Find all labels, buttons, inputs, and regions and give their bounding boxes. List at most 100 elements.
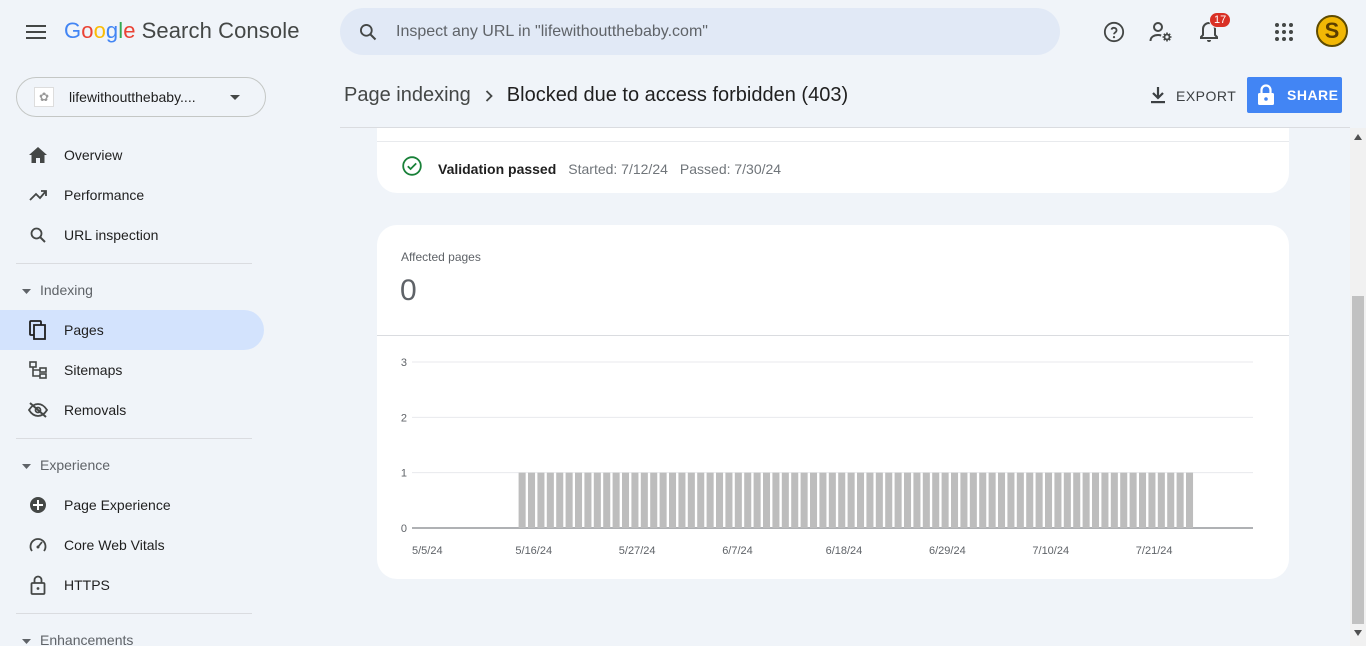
chart-bar[interactable] bbox=[1045, 472, 1053, 528]
chart-bar[interactable] bbox=[1082, 472, 1090, 528]
chart-bar[interactable] bbox=[687, 472, 695, 528]
notifications-button[interactable]: 17 bbox=[1191, 12, 1232, 50]
chart-bar[interactable] bbox=[941, 472, 949, 528]
chart-bar[interactable] bbox=[650, 472, 658, 528]
chart-bar[interactable] bbox=[819, 472, 827, 528]
scroll-up-arrow-icon[interactable] bbox=[1354, 134, 1362, 140]
chart-bar[interactable] bbox=[528, 472, 536, 528]
sidebar-item-core-web-vitals[interactable]: Core Web Vitals bbox=[0, 525, 264, 565]
share-button[interactable]: SHARE bbox=[1247, 77, 1342, 113]
chart-bar[interactable] bbox=[631, 472, 639, 528]
breadcrumb-parent-link[interactable]: Page indexing bbox=[344, 84, 471, 107]
sidebar-item-overview[interactable]: Overview bbox=[0, 135, 264, 175]
chart-bar[interactable] bbox=[575, 472, 583, 528]
chart-bar[interactable] bbox=[706, 472, 714, 528]
page-scrollbar[interactable] bbox=[1350, 128, 1366, 646]
chart-bar[interactable] bbox=[875, 472, 883, 528]
chart-bar[interactable] bbox=[669, 472, 677, 528]
chart-bar[interactable] bbox=[866, 472, 874, 528]
property-selector[interactable]: ✿ lifewithoutthebaby.... bbox=[16, 77, 266, 117]
chart-bar[interactable] bbox=[556, 472, 564, 528]
sidebar-item-pages[interactable]: Pages bbox=[0, 310, 264, 350]
export-button[interactable]: EXPORT bbox=[1140, 78, 1246, 114]
chart-bar[interactable] bbox=[932, 472, 940, 528]
chart-bar[interactable] bbox=[1110, 472, 1118, 528]
chart-bar[interactable] bbox=[593, 472, 601, 528]
chart-bar[interactable] bbox=[800, 472, 808, 528]
chart-bar[interactable] bbox=[847, 472, 855, 528]
chart-bar[interactable] bbox=[960, 472, 968, 528]
chart-bar[interactable] bbox=[716, 472, 724, 528]
chart-bar[interactable] bbox=[1026, 472, 1034, 528]
chart-bar[interactable] bbox=[546, 472, 554, 528]
chart-bar[interactable] bbox=[913, 472, 921, 528]
chart-bar[interactable] bbox=[885, 472, 893, 528]
chart-bar[interactable] bbox=[979, 472, 987, 528]
chart-bar[interactable] bbox=[697, 472, 705, 528]
chart-bar[interactable] bbox=[1073, 472, 1081, 528]
chart-bar[interactable] bbox=[1054, 472, 1062, 528]
chart-bar[interactable] bbox=[791, 472, 799, 528]
chart-bar[interactable] bbox=[838, 472, 846, 528]
chart-bar[interactable] bbox=[828, 472, 836, 528]
chart-bar[interactable] bbox=[518, 472, 526, 528]
chart-bar[interactable] bbox=[894, 472, 902, 528]
scrollbar-thumb[interactable] bbox=[1352, 296, 1364, 624]
chart-bar[interactable] bbox=[1129, 472, 1137, 528]
affected-pages-chart[interactable]: 0 1 2 3 5/5/24 5/16/24 5/27/24 6/7/24 6/18/24 6/… bbox=[377, 336, 1289, 579]
chart-bar[interactable] bbox=[1016, 472, 1024, 528]
search-input[interactable] bbox=[396, 22, 996, 41]
chart-bar[interactable] bbox=[922, 472, 930, 528]
chart-bar[interactable] bbox=[969, 472, 977, 528]
sidebar-item-sitemaps[interactable]: Sitemaps bbox=[0, 350, 264, 390]
main-menu-button[interactable] bbox=[18, 14, 54, 50]
app-logo[interactable]: Google Search Console bbox=[64, 18, 300, 44]
chart-bar[interactable] bbox=[1186, 472, 1194, 528]
chart-bar[interactable] bbox=[1176, 472, 1184, 528]
chart-bar[interactable] bbox=[565, 472, 573, 528]
chart-bar[interactable] bbox=[1035, 472, 1043, 528]
url-inspection-search[interactable] bbox=[340, 8, 1060, 55]
chart-bar[interactable] bbox=[537, 472, 545, 528]
chart-bar[interactable] bbox=[810, 472, 818, 528]
chart-bar[interactable] bbox=[951, 472, 959, 528]
help-button[interactable] bbox=[1096, 14, 1132, 50]
manage-users-button[interactable] bbox=[1143, 14, 1179, 50]
chart-bar[interactable] bbox=[1092, 472, 1100, 528]
sidebar-item-removals[interactable]: Removals bbox=[0, 390, 264, 430]
scroll-down-arrow-icon[interactable] bbox=[1354, 630, 1362, 636]
sidebar-section-enhancements[interactable]: Enhancements bbox=[0, 625, 264, 646]
chart-bar[interactable] bbox=[584, 472, 592, 528]
chart-bar[interactable] bbox=[781, 472, 789, 528]
apps-button[interactable] bbox=[1266, 14, 1302, 50]
chart-bar[interactable] bbox=[734, 472, 742, 528]
sidebar-item-https[interactable]: HTTPS bbox=[0, 565, 264, 605]
chart-bar[interactable] bbox=[904, 472, 912, 528]
chart-bar[interactable] bbox=[622, 472, 630, 528]
chart-bar[interactable] bbox=[753, 472, 761, 528]
chart-bar[interactable] bbox=[678, 472, 686, 528]
chart-bar[interactable] bbox=[1063, 472, 1071, 528]
account-avatar[interactable]: S bbox=[1316, 15, 1348, 47]
chart-bar[interactable] bbox=[1148, 472, 1156, 528]
sidebar-item-performance[interactable]: Performance bbox=[0, 175, 264, 215]
chart-bar[interactable] bbox=[998, 472, 1006, 528]
chart-bar[interactable] bbox=[1139, 472, 1147, 528]
sidebar-section-indexing[interactable]: Indexing bbox=[0, 275, 264, 305]
chart-bar[interactable] bbox=[772, 472, 780, 528]
sidebar-item-url-inspection[interactable]: URL inspection bbox=[0, 215, 264, 255]
chart-bar[interactable] bbox=[612, 472, 620, 528]
chart-bar[interactable] bbox=[1167, 472, 1175, 528]
chart-bar[interactable] bbox=[744, 472, 752, 528]
chart-bar[interactable] bbox=[1007, 472, 1015, 528]
chart-bar[interactable] bbox=[857, 472, 865, 528]
chart-bar[interactable] bbox=[988, 472, 996, 528]
chart-bar[interactable] bbox=[659, 472, 667, 528]
sidebar-section-experience[interactable]: Experience bbox=[0, 450, 264, 480]
chart-bar[interactable] bbox=[725, 472, 733, 528]
chart-bar[interactable] bbox=[603, 472, 611, 528]
chart-bar[interactable] bbox=[763, 472, 771, 528]
chart-bar[interactable] bbox=[1120, 472, 1128, 528]
sidebar-item-page-experience[interactable]: Page Experience bbox=[0, 485, 264, 525]
chart-bar[interactable] bbox=[1157, 472, 1165, 528]
